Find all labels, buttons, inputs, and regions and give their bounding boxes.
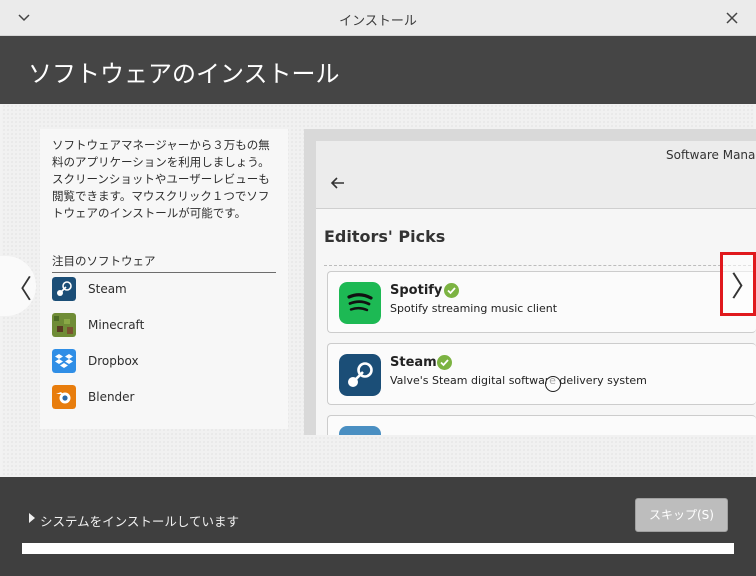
- app-name: Steam: [390, 355, 437, 370]
- featured-item-steam: Steam: [52, 277, 276, 301]
- app-description: Valve's Steam digital software delivery …: [390, 374, 647, 387]
- dropbox-icon: [52, 349, 76, 373]
- featured-item-label: Blender: [88, 390, 135, 404]
- install-status-text: システムをインストールしています: [40, 514, 240, 529]
- next-slide-button[interactable]: 〉: [720, 252, 756, 316]
- chevron-left-icon: 〈: [6, 275, 33, 305]
- install-status-bar: システムをインストールしています スキップ(S): [0, 477, 756, 576]
- software-manager-screenshot: Software Mana Editors' Picks Spotify Spo…: [304, 129, 756, 435]
- window-title: インストール: [339, 14, 417, 29]
- featured-heading: 注目のソフトウェア: [52, 253, 276, 273]
- chevron-right-icon: 〉: [731, 265, 756, 305]
- featured-item-dropbox: Dropbox: [52, 349, 276, 373]
- app-icon: [339, 426, 381, 435]
- description-text: ソフトウェアマネージャーから３万もの無料のアプリケーションを利用しましょう。スク…: [52, 138, 270, 220]
- app-description: Spotify streaming music client: [390, 302, 558, 315]
- window-titlebar: インストール: [0, 0, 756, 36]
- skip-button[interactable]: スキップ(S): [635, 498, 728, 532]
- description-panel: ソフトウェアマネージャーから３万もの無料のアプリケーションを利用しましょう。スク…: [40, 129, 288, 429]
- featured-item-minecraft: Minecraft: [52, 313, 276, 337]
- spotify-icon: [339, 282, 381, 324]
- section-divider: [324, 265, 756, 266]
- mouse-cursor: [545, 376, 561, 392]
- app-card-spotify: Spotify Spotify streaming music client: [327, 271, 756, 333]
- progress-fill: [22, 543, 734, 554]
- featured-item-label: Steam: [88, 282, 127, 296]
- back-arrow-icon: [330, 177, 344, 189]
- featured-item-label: Dropbox: [88, 354, 139, 368]
- minecraft-icon: [52, 313, 76, 337]
- app-window: Software Mana Editors' Picks Spotify Spo…: [316, 141, 756, 435]
- page-title: ソフトウェアのインストール: [28, 60, 340, 88]
- app-card-partial: [327, 415, 756, 435]
- blender-icon: [52, 385, 76, 409]
- page-header: ソフトウェアのインストール: [0, 36, 756, 104]
- expand-triangle-icon[interactable]: [28, 513, 36, 523]
- steam-icon: [339, 354, 381, 396]
- app-card-steam: Steam Valve's Steam digital software del…: [327, 343, 756, 405]
- verified-check-icon: [437, 355, 452, 370]
- install-progress-bar: [22, 543, 734, 554]
- app-name: Spotify: [390, 283, 443, 298]
- steam-icon: [52, 277, 76, 301]
- verified-check-icon: [444, 283, 459, 298]
- featured-item-blender: Blender: [52, 385, 276, 409]
- featured-item-label: Minecraft: [88, 318, 145, 332]
- close-icon[interactable]: [722, 8, 742, 28]
- app-title: Software Mana: [666, 148, 756, 162]
- app-titlebar: Software Mana: [316, 141, 756, 209]
- section-title: Editors' Picks: [324, 227, 446, 246]
